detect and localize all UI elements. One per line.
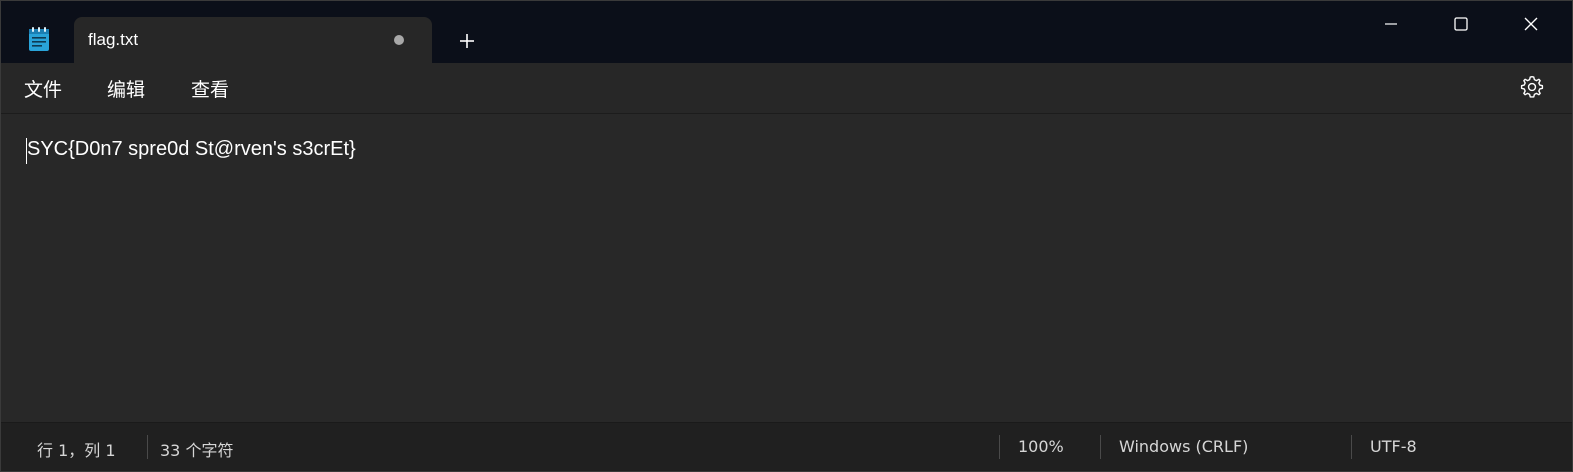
menu-bar: 文件 编辑 查看	[1, 63, 1572, 114]
line-ending[interactable]: Windows (CRLF)	[1119, 437, 1248, 456]
menu-file[interactable]: 文件	[24, 75, 62, 102]
divider	[1100, 435, 1101, 459]
divider	[1351, 435, 1352, 459]
status-bar: 行 1，列 1 33 个字符 100% Windows (CRLF) UTF-8	[1, 422, 1572, 471]
maximize-icon	[1454, 17, 1468, 31]
text-editor[interactable]: SYC{D0n7 spre0d St@rven's s3crEt}	[1, 114, 1572, 422]
cursor-position[interactable]: 行 1，列 1	[37, 437, 116, 461]
character-count[interactable]: 33 个字符	[160, 437, 233, 461]
plus-icon[interactable]	[453, 27, 481, 55]
minimize-icon	[1385, 23, 1397, 25]
close-icon	[1524, 17, 1538, 31]
title-bar[interactable]: flag.txt	[1, 1, 1572, 63]
encoding[interactable]: UTF-8	[1370, 437, 1417, 456]
gear-icon[interactable]	[1519, 74, 1545, 100]
notepad-window: flag.txt 文件 编辑 查看 SYC{D0n7 spre0d St@rve…	[0, 0, 1573, 472]
tab-title: flag.txt	[88, 30, 139, 49]
close-button[interactable]	[1508, 7, 1554, 41]
unsaved-dot-icon[interactable]	[394, 35, 404, 45]
divider	[999, 435, 1000, 459]
zoom-level[interactable]: 100%	[1018, 437, 1064, 456]
menu-view[interactable]: 查看	[191, 75, 229, 102]
notepad-icon	[28, 26, 50, 52]
minimize-button[interactable]	[1368, 7, 1414, 41]
menu-edit[interactable]: 编辑	[107, 75, 145, 102]
divider	[147, 435, 148, 459]
editor-content[interactable]: SYC{D0n7 spre0d St@rven's s3crEt}	[27, 138, 356, 161]
tab-flag-txt[interactable]: flag.txt	[74, 17, 432, 63]
maximize-button[interactable]	[1438, 7, 1484, 41]
